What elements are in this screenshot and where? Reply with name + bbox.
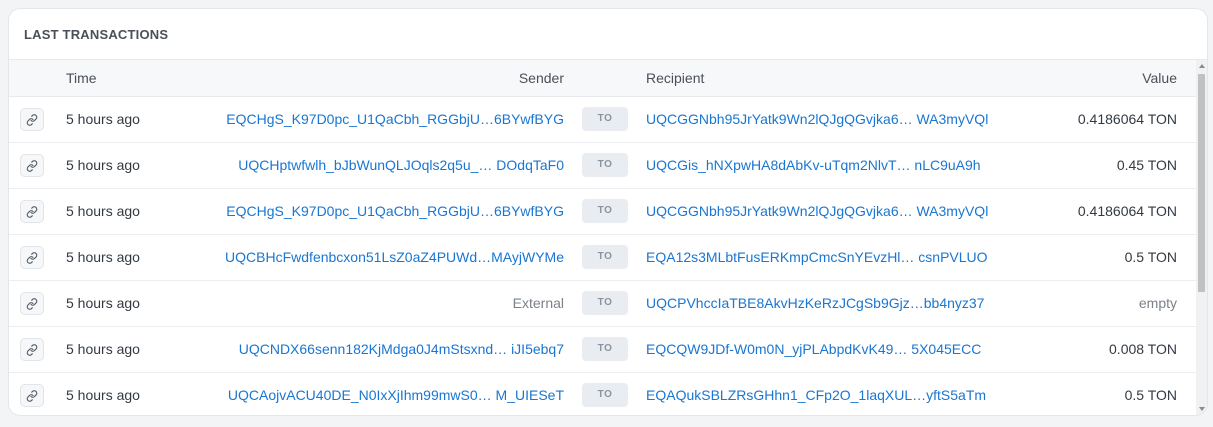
row-sender-link[interactable]: UQCBHcFwdfenbcxon51LsZ0aZ4PUWd…MAyjWYMe [209, 235, 564, 280]
row-link-button[interactable] [20, 384, 44, 407]
last-transactions-card: LAST TRANSACTIONS Time Sender Recipient … [8, 8, 1208, 416]
row-time: 5 hours ago [66, 249, 140, 265]
table-header: Time Sender Recipient Value [9, 60, 1196, 97]
link-icon [26, 343, 38, 356]
row-time: 5 hours ago [66, 341, 140, 357]
link-icon [26, 113, 38, 126]
to-badge: TO [582, 383, 628, 407]
column-header-recipient: Recipient [646, 70, 705, 86]
to-badge: TO [582, 199, 628, 223]
table-row: 5 hours ago UQCNDX66senn182KjMdga0J4mSts… [9, 327, 1196, 373]
row-link-button[interactable] [20, 108, 44, 131]
row-time: 5 hours ago [66, 295, 140, 311]
row-value: 0.4186064 TON [1077, 203, 1177, 219]
row-recipient-link[interactable]: EQA12s3MLbtFusERKmpCmcSnYEvzHl… csnPVLUO [646, 235, 988, 280]
table-body: 5 hours ago EQCHgS_K97D0pc_U1QaCbh_RGGbj… [9, 97, 1196, 415]
to-badge: TO [582, 337, 628, 361]
row-sender-link[interactable]: UQCHptwfwlh_bJbWunQLJOqls2q5u_… DOdqTaF0 [209, 143, 564, 188]
to-badge: TO [582, 245, 628, 269]
column-header-time: Time [66, 70, 97, 86]
transactions-table: Time Sender Recipient Value 5 hours ago … [9, 60, 1196, 415]
to-badge: TO [582, 291, 628, 315]
row-sender-external: External [512, 295, 564, 311]
table-row: 5 hours ago UQCHptwfwlh_bJbWunQLJOqls2q5… [9, 143, 1196, 189]
row-value: 0.45 TON [1116, 157, 1177, 173]
row-time: 5 hours ago [66, 157, 140, 173]
table-row: 5 hours ago EQCHgS_K97D0pc_U1QaCbh_RGGbj… [9, 97, 1196, 143]
column-header-value: Value [1142, 70, 1177, 86]
row-recipient-link[interactable]: UQCGis_hNXpwHA8dAbKv-uTqm2NlvT… nLC9uA9h [646, 143, 981, 188]
row-recipient-link[interactable]: EQCQW9JDf-W0m0N_yjPLAbpdKvK49… 5X045ECC [646, 327, 981, 372]
link-icon [26, 389, 38, 402]
row-sender-link[interactable]: EQCHgS_K97D0pc_U1QaCbh_RGGbjU…6BYwfBYG [209, 97, 564, 142]
row-sender-link[interactable]: UQCNDX66senn182KjMdga0J4mStsxnd… iJI5ebq… [209, 327, 564, 372]
row-recipient-link[interactable]: UQCPVhccIaTBE8AkvHzKeRzJCgSb9Gjz…bb4nyz3… [646, 281, 984, 326]
row-value: empty [1138, 295, 1177, 311]
table-row: 5 hours ago External TO UQCPVhccIaTBE8Ak… [9, 281, 1196, 327]
vertical-scrollbar[interactable] [1196, 60, 1207, 415]
row-link-button[interactable] [20, 200, 44, 223]
row-value: 0.4186064 TON [1077, 111, 1177, 127]
link-icon [26, 205, 38, 218]
link-icon [26, 159, 38, 172]
card-title: LAST TRANSACTIONS [24, 26, 169, 42]
table-row: 5 hours ago EQCHgS_K97D0pc_U1QaCbh_RGGbj… [9, 189, 1196, 235]
table-row: 5 hours ago UQCAojvACU40DE_N0IxXjIhm99mw… [9, 373, 1196, 415]
row-link-button[interactable] [20, 292, 44, 315]
row-recipient-link[interactable]: UQCGGNbh95JrYatk9Wn2lQJgQGvjka6… WA3myVQ… [646, 189, 988, 234]
row-sender-link[interactable]: EQCHgS_K97D0pc_U1QaCbh_RGGbjU…6BYwfBYG [209, 189, 564, 234]
row-recipient-link[interactable]: UQCGGNbh95JrYatk9Wn2lQJgQGvjka6… WA3myVQ… [646, 97, 988, 142]
table-row: 5 hours ago UQCBHcFwdfenbcxon51LsZ0aZ4PU… [9, 235, 1196, 281]
scroll-thumb[interactable] [1198, 74, 1205, 292]
row-time: 5 hours ago [66, 111, 140, 127]
to-badge: TO [582, 153, 628, 177]
scroll-down-arrow[interactable] [1199, 407, 1205, 411]
row-value: 0.5 TON [1124, 249, 1177, 265]
link-icon [26, 251, 38, 264]
row-recipient-link[interactable]: EQAQukSBLZRsGHhn1_CFp2O_1laqXUL…yftS5aTm [646, 373, 986, 415]
row-sender-link[interactable]: UQCAojvACU40DE_N0IxXjIhm99mwS0… M_UIESeT [209, 373, 564, 415]
row-time: 5 hours ago [66, 387, 140, 403]
row-value: 0.5 TON [1124, 387, 1177, 403]
card-header: LAST TRANSACTIONS [9, 9, 1207, 60]
to-badge: TO [582, 107, 628, 131]
row-link-button[interactable] [20, 154, 44, 177]
column-header-sender: Sender [518, 70, 564, 86]
row-link-button[interactable] [20, 338, 44, 361]
row-time: 5 hours ago [66, 203, 140, 219]
scroll-up-arrow[interactable] [1199, 64, 1205, 68]
row-link-button[interactable] [20, 246, 44, 269]
row-value: 0.008 TON [1109, 341, 1177, 357]
link-icon [26, 297, 38, 310]
